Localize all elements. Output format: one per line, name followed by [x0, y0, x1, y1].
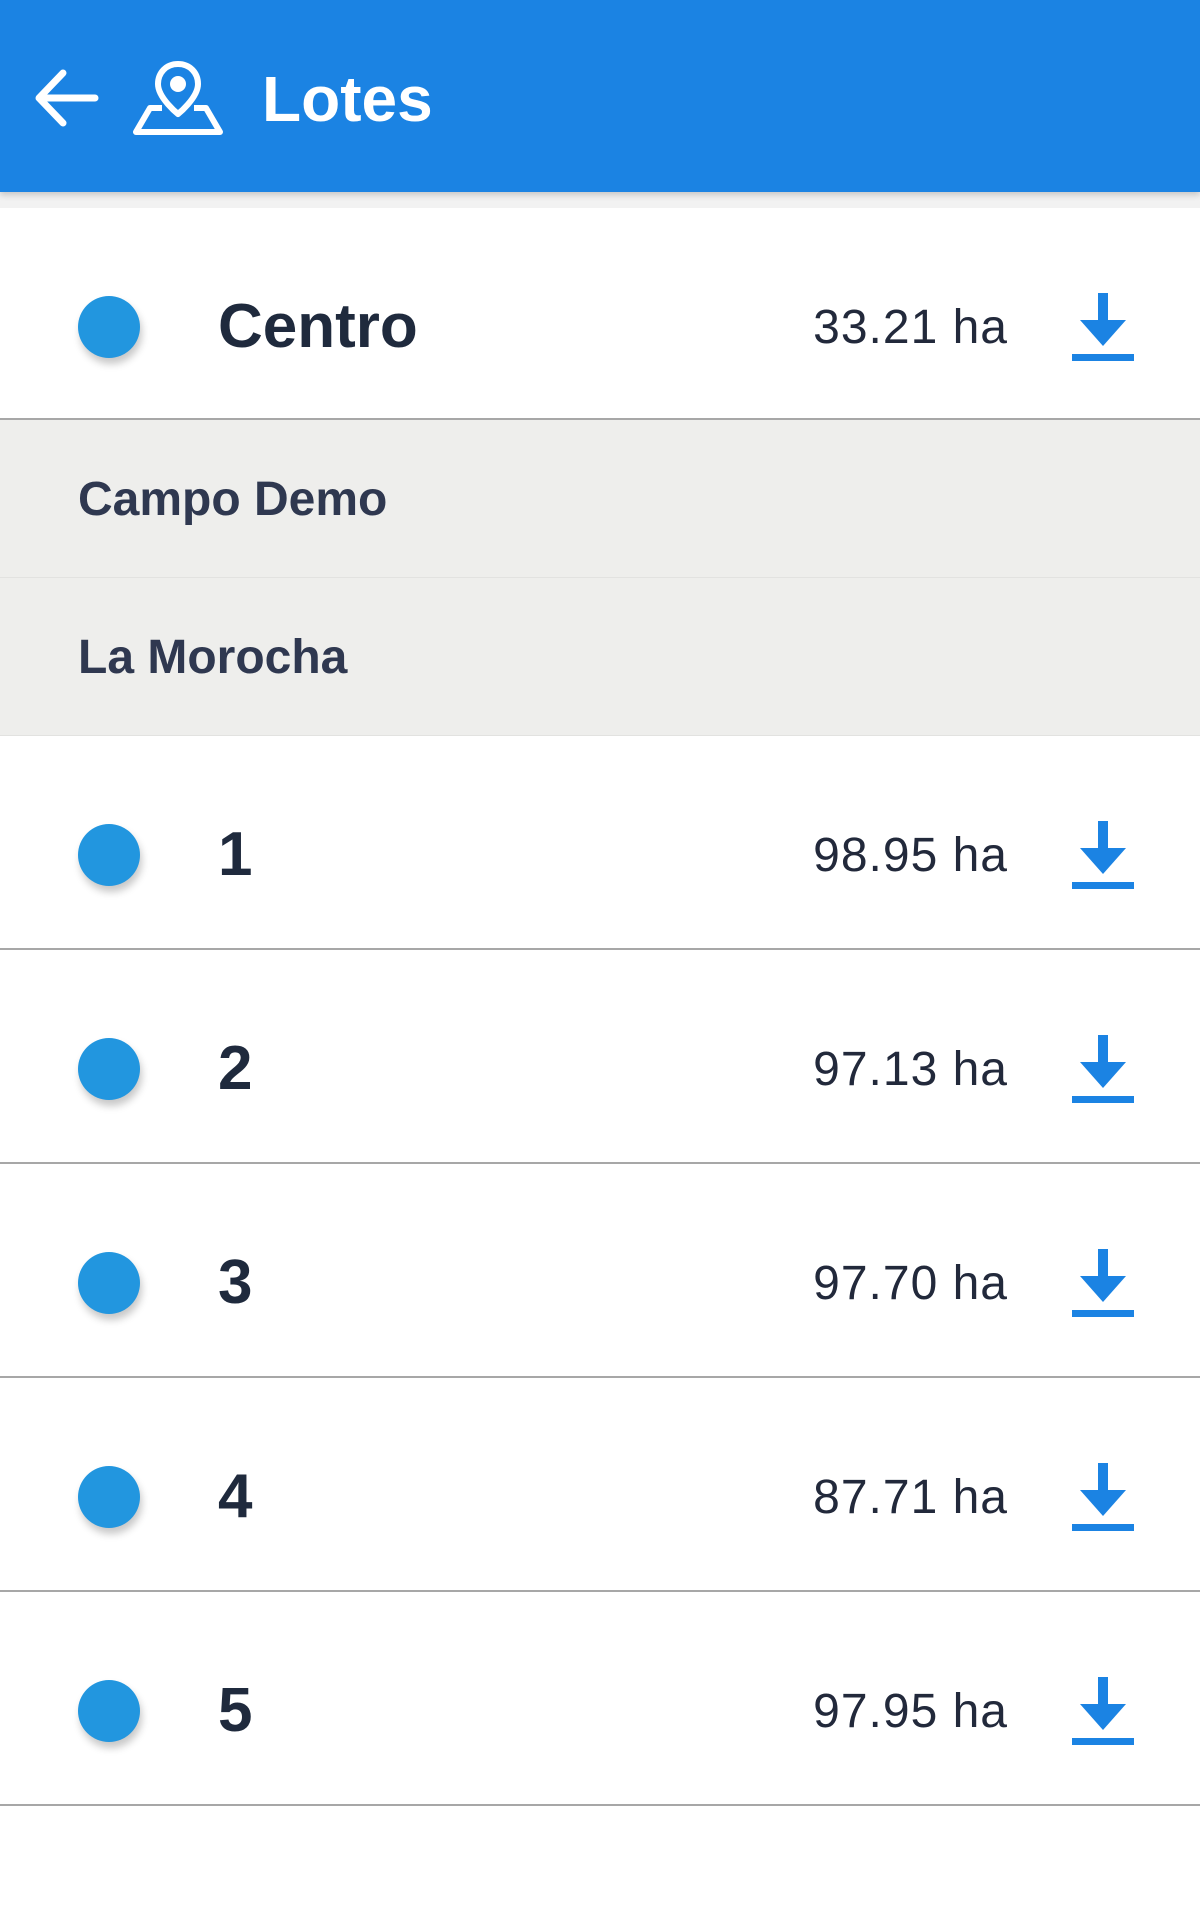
list-item-4[interactable]: 4 87.71 ha — [0, 1378, 1200, 1592]
status-dot — [78, 1680, 140, 1742]
lot-area: 33.21 ha — [813, 301, 1008, 354]
list-item-2[interactable]: 2 97.13 ha — [0, 950, 1200, 1164]
download-icon[interactable] — [1068, 818, 1138, 894]
download-icon[interactable] — [1068, 1032, 1138, 1108]
status-dot — [78, 1252, 140, 1314]
list-top-spacer — [0, 192, 1200, 208]
download-icon[interactable] — [1068, 1246, 1138, 1322]
lot-name: 2 — [218, 1034, 253, 1103]
list-item-centro[interactable]: Centro 33.21 ha — [0, 208, 1200, 420]
list-item-3[interactable]: 3 97.70 ha — [0, 1164, 1200, 1378]
lot-name: 3 — [218, 1248, 253, 1317]
group-label: La Morocha — [78, 631, 348, 684]
group-header-la-morocha: La Morocha — [0, 578, 1200, 736]
page-title: Lotes — [262, 63, 433, 135]
list-item-1[interactable]: 1 98.95 ha — [0, 736, 1200, 950]
lot-area: 98.95 ha — [813, 829, 1008, 882]
download-icon[interactable] — [1068, 290, 1138, 366]
lot-area: 97.70 ha — [813, 1257, 1008, 1310]
back-button[interactable] — [26, 58, 106, 138]
group-header-campo-demo: Campo Demo — [0, 420, 1200, 578]
lot-area: 97.13 ha — [813, 1043, 1008, 1096]
arrow-left-icon — [35, 69, 99, 127]
lot-area: 97.95 ha — [813, 1685, 1008, 1738]
lot-name: 1 — [218, 820, 253, 889]
lot-area: 87.71 ha — [813, 1471, 1008, 1524]
status-dot — [78, 1038, 140, 1100]
lot-name: 5 — [218, 1676, 253, 1745]
status-dot — [78, 1466, 140, 1528]
group-label: Campo Demo — [78, 473, 388, 526]
list-item-5[interactable]: 5 97.95 ha — [0, 1592, 1200, 1806]
map-pin-icon — [133, 61, 223, 135]
download-icon[interactable] — [1068, 1460, 1138, 1536]
status-dot — [78, 824, 140, 886]
lot-name: Centro — [218, 292, 418, 361]
lot-list: Centro 33.21 ha Campo Demo La Morocha 1 … — [0, 192, 1200, 1806]
lot-name: 4 — [218, 1462, 253, 1531]
status-dot — [78, 296, 140, 358]
download-icon[interactable] — [1068, 1674, 1138, 1750]
app-bar: Lotes — [0, 0, 1200, 192]
